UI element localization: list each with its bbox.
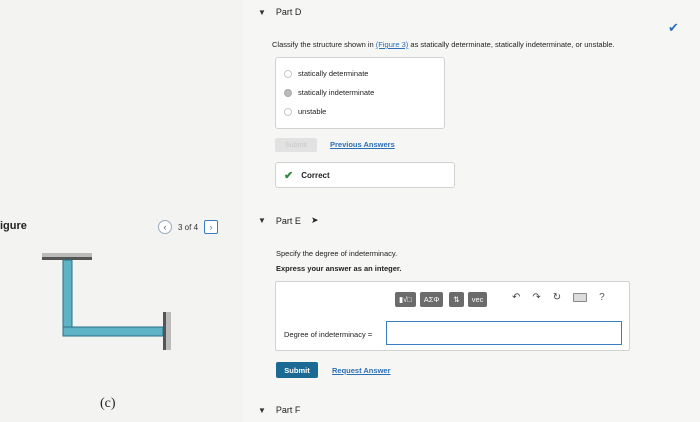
right-support-shade	[166, 312, 171, 350]
checkmark-icon: ✔	[668, 20, 679, 35]
part-f-title: Part F	[275, 405, 301, 415]
caret-down-icon: ▼	[258, 7, 266, 17]
previous-answers-link[interactable]: Previous Answers	[330, 140, 395, 149]
part-f-header[interactable]: ▼ Part F	[258, 405, 300, 415]
answer-options: statically determinate statically indete…	[275, 57, 445, 129]
previous-figure-button[interactable]: ‹	[158, 220, 172, 234]
field-label: Degree of indeterminacy =	[284, 330, 373, 339]
mouse-cursor-icon: ➤	[310, 215, 319, 225]
right-support	[163, 312, 166, 350]
part-d-question: Classify the structure shown in (Figure …	[272, 40, 615, 49]
toolbar-actions: ↶ ↷ ↻ ?	[512, 292, 605, 303]
figure-navigation: ‹ 3 of 4 ›	[158, 220, 219, 234]
option-label: statically indeterminate	[298, 88, 375, 97]
figure-link[interactable]: (Figure 3)	[376, 40, 409, 49]
help-icon[interactable]: ?	[599, 292, 605, 303]
keyboard-icon[interactable]	[573, 293, 588, 302]
vector-button[interactable]: vec	[467, 292, 488, 307]
option-label: unstable	[298, 107, 327, 116]
question-text: Classify the structure shown in	[272, 40, 376, 49]
caret-down-icon: ▼	[258, 216, 266, 225]
request-answer-link[interactable]: Request Answer	[332, 366, 391, 375]
math-toolbar: ▮√□ ΑΣΦ ⇅ vec	[395, 292, 488, 307]
structure-figure	[42, 253, 171, 350]
chevron-left-icon: ‹	[163, 222, 167, 232]
caret-down-icon: ▼	[258, 405, 266, 415]
figure-caption: (c)	[100, 396, 116, 411]
redo-icon[interactable]: ↷	[532, 292, 540, 303]
symbols-button[interactable]: ΑΣΦ	[419, 292, 444, 307]
check-icon: ✔	[284, 169, 294, 182]
part-e-header[interactable]: ▼ Part E ➤	[258, 215, 318, 226]
feedback-correct: ✔ Correct	[275, 162, 455, 188]
undo-icon[interactable]: ↶	[512, 292, 520, 303]
part-e-submit-button[interactable]: Submit	[276, 362, 318, 378]
feedback-text: Correct	[301, 170, 330, 180]
option-label: statically determinate	[298, 69, 369, 78]
part-d-submit-button[interactable]: Submit	[275, 138, 317, 152]
part-d-title: Part D	[275, 7, 302, 17]
option-determinate[interactable]: statically determinate	[284, 69, 368, 78]
part-d-header[interactable]: ▼ Part D	[258, 7, 301, 17]
degree-of-indeterminacy-input[interactable]	[386, 321, 622, 345]
part-e-title: Part E	[275, 215, 301, 226]
chevron-right-icon: ›	[209, 222, 213, 232]
horizontal-member	[62, 326, 164, 337]
radio-button[interactable]	[284, 69, 292, 78]
top-support-shade	[42, 253, 92, 257]
figure-counter: 3 of 4	[178, 222, 199, 232]
arrows-button[interactable]: ⇅	[449, 292, 464, 307]
templates-button[interactable]: ▮√□	[395, 292, 416, 307]
option-indeterminate[interactable]: statically indeterminate	[284, 88, 374, 97]
part-e-instruction: Specify the degree of indeterminacy.	[276, 249, 398, 258]
radio-button[interactable]	[284, 107, 292, 116]
option-unstable[interactable]: unstable	[284, 107, 326, 116]
next-figure-button[interactable]: ›	[204, 220, 219, 234]
part-e-instruction-bold: Express your answer as an integer.	[276, 264, 402, 273]
reset-icon[interactable]: ↻	[553, 292, 561, 303]
figure-title: igure	[0, 220, 27, 232]
radio-button-selected[interactable]	[284, 88, 292, 97]
vertical-member	[62, 259, 73, 336]
question-text-end: as statically determinate, statically in…	[408, 40, 615, 49]
